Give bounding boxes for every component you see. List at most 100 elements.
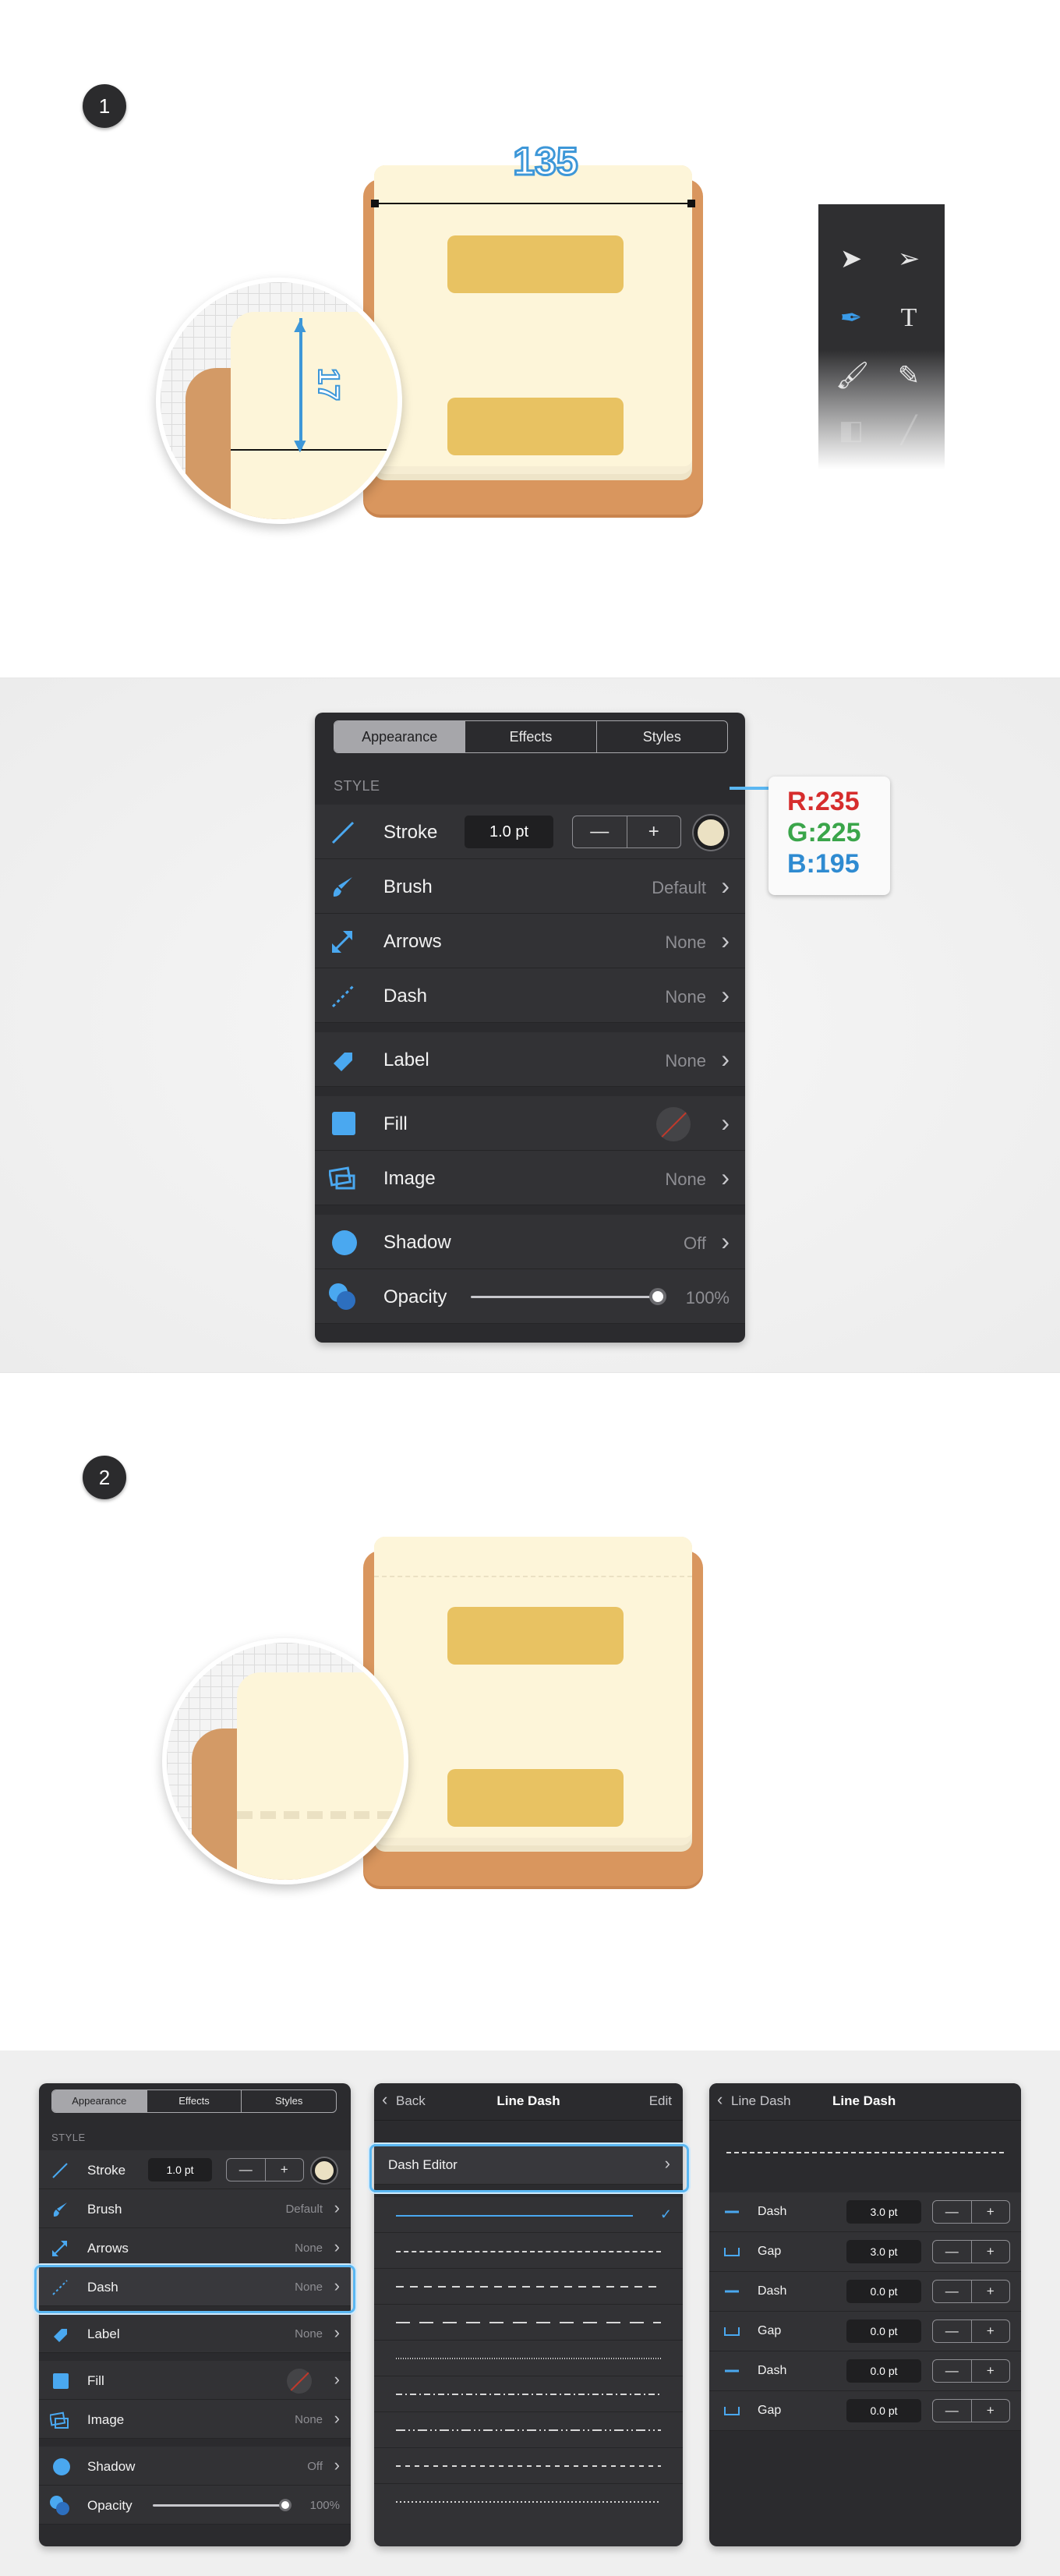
row-fill[interactable]: Fill › (39, 2361, 351, 2400)
dash-editor-stepper: — + (932, 2399, 1010, 2422)
row-arrows[interactable]: Arrows None › (315, 914, 745, 968)
dash-editor-value-field[interactable]: 3.0 pt (846, 2240, 921, 2263)
increment-button[interactable]: + (264, 2159, 304, 2181)
stroke-width-stepper: — + (226, 2158, 304, 2181)
row-arrows[interactable]: Arrows None › (39, 2228, 351, 2267)
magnifier-detail-2 (162, 1638, 408, 1884)
shadow-circle-icon (53, 2458, 70, 2475)
opacity-slider-knob[interactable] (279, 2499, 292, 2511)
dash-editor-stepper: — + (932, 2359, 1010, 2383)
row-dash[interactable]: Dash None › (315, 968, 745, 1023)
increment-button[interactable]: + (970, 2360, 1010, 2382)
shadow-value: Off (684, 1233, 706, 1253)
opacity-slider-track[interactable] (153, 2504, 285, 2507)
decrement-button[interactable]: — (227, 2159, 265, 2181)
image-label: Image (383, 1168, 436, 1189)
dash-editor-value-field[interactable]: 0.0 pt (846, 2280, 921, 2303)
dash-editor-value-field[interactable]: 0.0 pt (846, 2359, 921, 2383)
dash-editor-value-field[interactable]: 3.0 pt (846, 2200, 921, 2224)
label-label: Label (87, 2327, 120, 2341)
row-label[interactable]: Label None › (39, 2314, 351, 2353)
row-shadow[interactable]: Shadow Off › (315, 1215, 745, 1269)
increment-button[interactable]: + (970, 2281, 1010, 2302)
row-image[interactable]: Image None › (39, 2400, 351, 2439)
opacity-label: Opacity (383, 1286, 447, 1307)
arrows-value: None (295, 2242, 323, 2255)
pen-tool-icon[interactable]: ✒ (836, 303, 867, 334)
opacity-slider-track[interactable] (471, 1296, 658, 1298)
increment-button[interactable]: + (970, 2320, 1010, 2342)
dash-editor-label: Gap (758, 2245, 782, 2258)
row-image[interactable]: Image None › (315, 1151, 745, 1205)
opacity-slider-knob[interactable] (649, 1288, 666, 1305)
image-value: None (665, 1169, 706, 1189)
magnifier-detail-1: ▲ ▼ 17 (156, 278, 402, 524)
brush-tool-icon[interactable]: 🖌 (836, 360, 869, 391)
stroke-width-field[interactable]: 1.0 pt (465, 816, 553, 848)
dash-editor-row-dash: Dash 0.0 pt — + (709, 2351, 1021, 2391)
tab-effects[interactable]: Effects (465, 721, 595, 752)
chevron-right-icon: › (721, 1045, 730, 1073)
dash-option-2[interactable] (374, 2269, 683, 2305)
step-1-badge: 1 (83, 84, 126, 128)
dash-editor-value-field[interactable]: 0.0 pt (846, 2399, 921, 2422)
rgb-red-value: R:235 (787, 787, 860, 816)
notebook-label-top (447, 1607, 624, 1665)
dash-option-5[interactable] (374, 2376, 683, 2412)
direct-selection-icon[interactable]: ➢ (893, 243, 924, 274)
dash-option-4[interactable] (374, 2341, 683, 2376)
tab-appearance[interactable]: Appearance (334, 721, 465, 752)
eraser-tool-icon[interactable]: ◧ (836, 415, 867, 446)
fill-label: Fill (87, 2373, 104, 2388)
dash-option-3[interactable] (374, 2305, 683, 2341)
decrement-button[interactable]: — (933, 2400, 971, 2422)
increment-button[interactable]: + (970, 2241, 1010, 2263)
decrement-button[interactable]: — (933, 2241, 971, 2263)
selection-arrow-icon[interactable]: ➤ (836, 243, 867, 274)
decrement-button[interactable]: — (933, 2320, 971, 2342)
row-brush[interactable]: Brush Default › (39, 2189, 351, 2228)
stroke-width-field[interactable]: 1.0 pt (148, 2158, 212, 2181)
dash-option-7[interactable] (374, 2448, 683, 2484)
text-tool-icon[interactable]: T (893, 303, 924, 334)
increment-button[interactable]: + (970, 2201, 1010, 2223)
stroke-color-swatch[interactable] (694, 816, 728, 850)
decrement-button[interactable]: — (933, 2360, 971, 2382)
stroke-color-swatch[interactable] (312, 2158, 337, 2183)
dash-option-8[interactable] (374, 2484, 683, 2520)
dash-editor-value-field[interactable]: 0.0 pt (846, 2319, 921, 2343)
row-brush[interactable]: Brush Default › (315, 859, 745, 914)
dash-option-6[interactable] (374, 2412, 683, 2448)
increment-button[interactable]: + (626, 816, 681, 847)
image-value: None (295, 2413, 323, 2426)
decrement-button[interactable]: — (933, 2201, 971, 2223)
dash-option-solid[interactable]: ✓ (374, 2197, 683, 2233)
dash-style-list: ✓ (374, 2197, 683, 2546)
tab-appearance[interactable]: Appearance (52, 2090, 147, 2112)
chevron-left-icon[interactable]: ‹ (717, 2089, 723, 2110)
increment-button[interactable]: + (970, 2400, 1010, 2422)
panel-tabs: Appearance Effects Styles (334, 720, 728, 753)
row-fill[interactable]: Fill › (315, 1096, 745, 1151)
dash-option-1[interactable] (374, 2233, 683, 2269)
brush-value: Default (652, 878, 706, 897)
back-button[interactable]: Line Dash (731, 2093, 791, 2109)
row-label[interactable]: Label None › (315, 1032, 745, 1087)
tab-styles[interactable]: Styles (595, 721, 727, 752)
edit-button[interactable]: Edit (649, 2093, 672, 2109)
row-opacity: Opacity 100% (315, 1269, 745, 1324)
decrement-button[interactable]: — (933, 2281, 971, 2302)
notebook-label-bottom (447, 398, 624, 455)
row-shadow[interactable]: Shadow Off › (39, 2447, 351, 2486)
decrement-button[interactable]: — (573, 816, 627, 847)
dash-segment-icon (725, 2210, 739, 2213)
height-arrow (299, 318, 302, 449)
tab-effects[interactable]: Effects (146, 2090, 242, 2112)
tab-styles[interactable]: Styles (241, 2090, 336, 2112)
dimension-end-left (371, 200, 379, 207)
checkmark-icon: ✓ (659, 2206, 672, 2222)
line-tool-icon[interactable]: ╱ (893, 415, 924, 446)
fill-none-swatch[interactable] (287, 2369, 312, 2394)
pencil-tool-icon[interactable]: ✎ (893, 360, 924, 391)
fill-none-swatch[interactable] (656, 1107, 691, 1141)
